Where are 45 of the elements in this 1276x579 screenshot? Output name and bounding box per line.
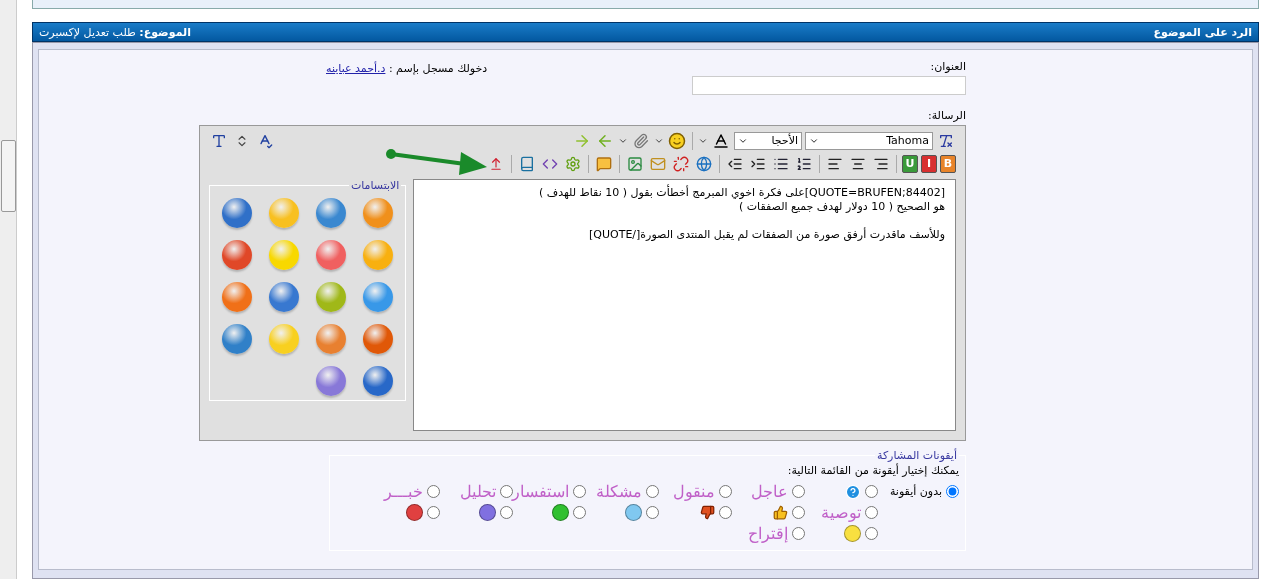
option-label: تحليل: [460, 482, 496, 501]
font-select[interactable]: Tahoma: [805, 131, 933, 150]
thumbs-down-icon: [700, 505, 715, 520]
scrollbar[interactable]: [0, 0, 17, 579]
subject-text: الموضوع: طلب تعديل لإكسبرت: [39, 25, 191, 39]
radio-button[interactable]: [865, 485, 878, 498]
radio-button[interactable]: [427, 506, 440, 519]
radio-button[interactable]: [646, 506, 659, 519]
question-icon: [845, 483, 861, 500]
option-label: توصية: [821, 503, 861, 522]
radio-button[interactable]: [500, 506, 513, 519]
title-input[interactable]: [692, 76, 966, 95]
radio-button[interactable]: [946, 485, 959, 498]
radio-button[interactable]: [719, 485, 732, 498]
radio-button[interactable]: [719, 506, 732, 519]
thumbs-up-icon: [773, 505, 788, 520]
hint-text: يمكنك إختيار أيقونة من القائمة التالية:: [786, 464, 959, 477]
radio-button[interactable]: [865, 506, 878, 519]
option-label: خبـــر: [384, 482, 423, 501]
option-label: استفسار: [512, 482, 569, 501]
login-text: دخولك مسجل بإسم : د.أحمد عباينه: [326, 62, 488, 75]
option-label: منقول: [673, 482, 715, 501]
format-button[interactable]: U: [902, 154, 918, 173]
panel-title: أيقونات المشاركة: [876, 449, 958, 462]
field-label: الرسالة:: [927, 109, 966, 122]
size-select[interactable]: الأحجا: [734, 131, 802, 150]
format-button[interactable]: I: [921, 154, 937, 173]
option-label: بدون أيقونة: [889, 485, 942, 498]
radio-button[interactable]: [792, 527, 805, 540]
radio-button[interactable]: [792, 485, 805, 498]
user-link[interactable]: د.أحمد عباينه: [326, 62, 386, 75]
option-label: مشكلة: [596, 482, 642, 501]
radio-button[interactable]: [573, 485, 586, 498]
radio-button[interactable]: [427, 485, 440, 498]
field-label: العنوان:: [929, 60, 966, 73]
message-field[interactable]: [QUOTE=BRUFEN;84402]على فكرة اخوي المبرمج أخطأت بقول ( 10 نقاط للهدف ) هو الصحيح ( 10 دولار لهدف جميع الصفقات ) وللأسف ماقدرت أرفق صورة من الصفقات لم يقبل المنتدى الصورة[/QUOTE]: [413, 179, 956, 431]
option-label: عاجل: [751, 482, 788, 501]
section-title: الرد على الموضوع: [1153, 25, 1252, 39]
radio-button[interactable]: [865, 527, 878, 540]
radio-button[interactable]: [646, 485, 659, 498]
radio-button[interactable]: [573, 506, 586, 519]
radio-button[interactable]: [792, 506, 805, 519]
radio-button[interactable]: [500, 485, 513, 498]
panel-title: الابتسامات: [349, 179, 401, 192]
option-label: إقتراح: [748, 524, 788, 543]
